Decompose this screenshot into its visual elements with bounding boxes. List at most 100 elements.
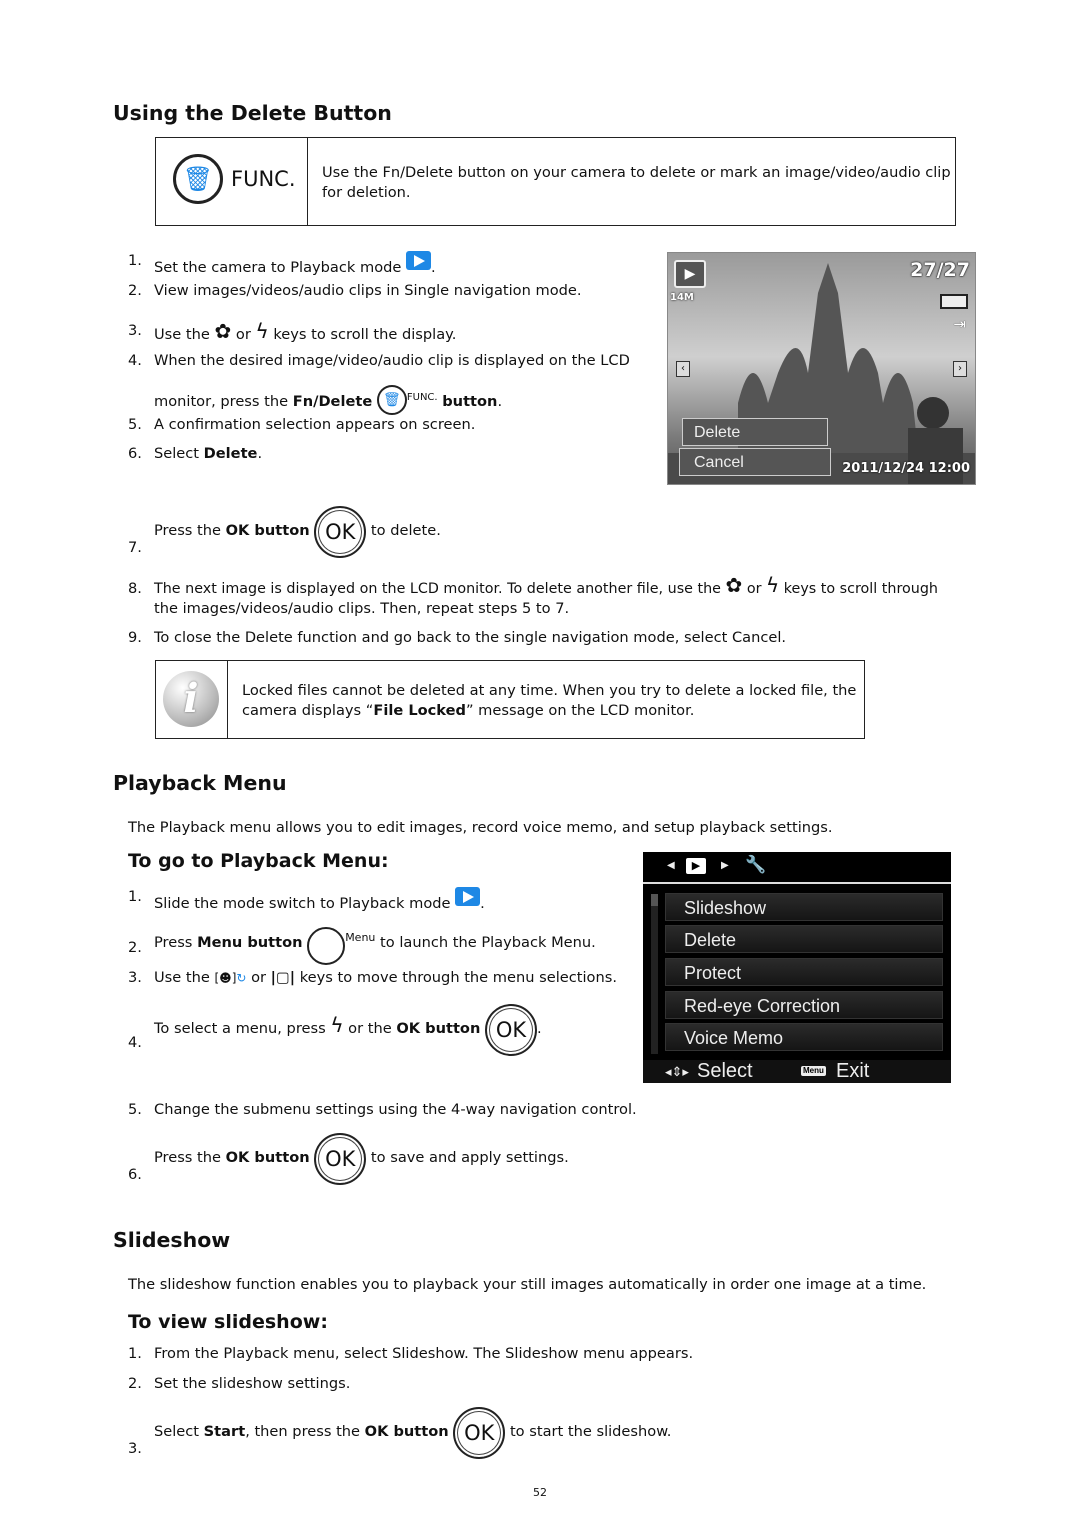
- step-number: 5.: [128, 416, 142, 433]
- macro-flower-icon: ✿: [214, 319, 232, 343]
- setup-wrench-icon[interactable]: 🔧: [745, 855, 766, 875]
- flash-icon: ϟ: [330, 1013, 344, 1037]
- menu-button-icon: [307, 926, 346, 965]
- func-trash-icon: 🗑: [173, 154, 223, 204]
- step-number: 1.: [128, 1345, 142, 1362]
- note-text: Locked files cannot be deleted at any ti…: [242, 682, 857, 699]
- step-number: 4.: [128, 1034, 142, 1051]
- ss-step-1: From the Playback menu, select Slideshow…: [154, 1345, 694, 1362]
- file-locked-label: File Locked: [373, 702, 466, 719]
- tab-right-arrow-icon[interactable]: ▶: [721, 860, 729, 871]
- section-title-playback: Playback Menu: [113, 771, 287, 795]
- pb-step-5: Change the submenu settings using the 4-…: [154, 1101, 637, 1118]
- step-text: Press the: [154, 1149, 221, 1166]
- step-text: , then press the: [245, 1423, 361, 1440]
- func-text: Use the Fn/Delete button on your camera …: [322, 164, 951, 181]
- step-number: 3.: [128, 1440, 142, 1457]
- period: .: [480, 895, 485, 912]
- menu-scrollbar[interactable]: [651, 894, 658, 1054]
- menu-label: Menu: [345, 931, 376, 944]
- menu-item-delete[interactable]: Delete: [665, 925, 943, 953]
- pb-step-4: To select a menu, press ϟ or the OK butt…: [154, 998, 542, 1056]
- step-text: Press the: [154, 522, 221, 539]
- step-text: or: [251, 969, 267, 986]
- step-text: Start: [203, 1423, 246, 1440]
- step-text: monitor, press the: [154, 393, 289, 410]
- playback-tab-icon[interactable]: ▶: [686, 858, 706, 874]
- face-detect-icon: [☻]↻: [214, 971, 247, 985]
- step-number: 6.: [128, 445, 142, 462]
- step-number: 1.: [128, 252, 142, 269]
- menu-footer: ◂⇕▸ Select Menu Exit: [643, 1060, 951, 1083]
- step-text: Delete: [203, 445, 258, 462]
- step-number: 4.: [128, 352, 142, 369]
- step-text: to delete.: [370, 522, 441, 539]
- func-trash-icon: 🗑: [376, 385, 407, 415]
- exit-label: Exit: [836, 1060, 870, 1082]
- flash-icon: ϟ: [766, 573, 780, 597]
- playback-subtitle: To go to Playback Menu:: [128, 850, 389, 872]
- menu-item-voice-memo[interactable]: Voice Memo: [665, 1023, 943, 1051]
- step-number: 2.: [128, 282, 142, 299]
- period: .: [257, 445, 263, 462]
- pb-step-1: Slide the mode switch to Playback mode .: [154, 887, 485, 914]
- nav-arrows-icon: ◂⇕▸: [665, 1064, 689, 1079]
- next-arrow-icon[interactable]: ›: [953, 361, 967, 377]
- step-text: Menu button: [197, 933, 303, 951]
- step-6: Select Delete.: [154, 444, 262, 464]
- camera-lcd-screenshot: ▶ 14M 27/27 ⇥ ‹ › Delete Cancel 2011/12/…: [667, 252, 976, 485]
- note-text-cont: camera displays “File Locked” message on…: [242, 701, 694, 721]
- tab-left-arrow-icon[interactable]: ◀: [667, 860, 675, 871]
- step-text: or the: [348, 1020, 392, 1037]
- menu-tab-bar: ◀ ▶ ▶ 🔧: [643, 852, 951, 884]
- prev-arrow-icon[interactable]: ‹: [676, 361, 690, 377]
- cancel-option[interactable]: Cancel: [679, 448, 831, 476]
- playback-mode-icon: [406, 251, 432, 270]
- step-2: View images/videos/audio clips in Single…: [154, 282, 582, 299]
- step-number: 9.: [128, 629, 142, 646]
- step-number: 7.: [128, 539, 142, 556]
- playback-icon: ▶: [674, 260, 706, 288]
- flash-icon: ϟ: [255, 319, 269, 343]
- slideshow-subtitle: To view slideshow:: [128, 1311, 328, 1333]
- step-text: OK button: [364, 1423, 449, 1440]
- step-text: or: [746, 581, 762, 597]
- step-number: 6.: [128, 1166, 142, 1183]
- period: .: [431, 259, 436, 276]
- step-text: keys to scroll the display.: [273, 326, 457, 343]
- fn-delete-label: Fn/Delete: [292, 393, 373, 410]
- step-text: Set the camera to Playback mode: [154, 259, 402, 276]
- macro-flower-icon: ✿: [725, 573, 743, 597]
- menu-item-red-eye[interactable]: Red-eye Correction: [665, 991, 943, 1019]
- step-number: 3.: [128, 322, 142, 339]
- delete-option[interactable]: Delete: [682, 418, 828, 446]
- step-text: OK button: [225, 522, 310, 539]
- page-number: 52: [533, 1486, 547, 1499]
- note-text: ” message on the LCD monitor.: [465, 702, 695, 719]
- menu-key-icon: Menu: [801, 1066, 826, 1076]
- step-number: 8.: [128, 580, 142, 597]
- step-text: OK button: [225, 1149, 310, 1166]
- note-text: camera displays “: [242, 702, 374, 719]
- display-icon: |▢|: [270, 969, 296, 986]
- step-text: keys to scroll through: [783, 581, 938, 597]
- step-text: keys to move through the menu selections…: [299, 969, 617, 986]
- slideshow-intro: The slideshow function enables you to pl…: [128, 1276, 927, 1293]
- step-8-cont: the images/videos/audio clips. Then, rep…: [154, 600, 570, 617]
- step-text: Select: [154, 445, 200, 462]
- step-number: 3.: [128, 969, 142, 986]
- step-text: Select: [154, 1423, 200, 1440]
- step-1: Set the camera to Playback mode .: [154, 251, 436, 278]
- func-label: FUNC.: [406, 392, 438, 404]
- step-8: The next image is displayed on the LCD m…: [154, 575, 938, 599]
- ok-button-icon: OK: [314, 1133, 367, 1185]
- menu-item-slideshow[interactable]: Slideshow: [665, 893, 943, 921]
- step-7: Press the OK button OK to delete.: [154, 504, 441, 560]
- ok-button-icon: OK: [484, 1004, 537, 1056]
- locked-note-box: i Locked files cannot be deleted at any …: [155, 660, 865, 739]
- step-9: To close the Delete function and go back…: [154, 629, 787, 646]
- playback-mode-icon: [455, 887, 481, 906]
- menu-item-protect[interactable]: Protect: [665, 958, 943, 986]
- card-icon: ⇥: [953, 315, 966, 333]
- info-icon: i: [163, 671, 219, 727]
